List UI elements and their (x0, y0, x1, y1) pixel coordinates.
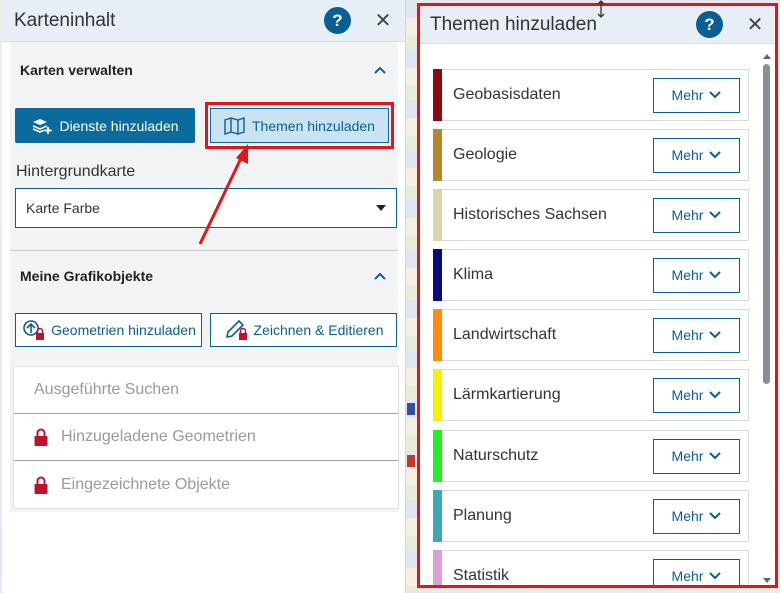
help-button[interactable]: ? (324, 7, 351, 34)
topic-color-bar (433, 68, 442, 121)
panel-title: Themen hinzuladen (430, 13, 597, 35)
geometrien-hinzuladen-button[interactable]: Geometrien hinzuladen (15, 313, 202, 347)
scrollbar-thumb[interactable] (763, 64, 770, 384)
topic-item[interactable]: Statistik Mehr (433, 549, 749, 585)
mehr-button[interactable]: Mehr (653, 257, 740, 293)
topic-item[interactable]: Lärmkartierung Mehr (433, 368, 749, 421)
panel-header: Karteninhalt ? ✕ (2, 0, 405, 42)
button-label: Zeichnen & Editieren (253, 322, 384, 338)
chevron-down-icon (709, 271, 722, 279)
scroll-down-arrow[interactable] (763, 578, 771, 583)
topic-color-bar (433, 489, 442, 542)
section-title: Karten verwalten (20, 62, 133, 78)
themen-panel: Themen hinzuladen ? ✕ Geobasisdaten Mehr… (417, 3, 778, 588)
list-item-label: Eingezeichnete Objekte (61, 475, 230, 493)
list-item[interactable]: Ausgeführte Suchen (14, 367, 398, 414)
topic-item[interactable]: Klima Mehr (433, 248, 749, 301)
topic-label: Naturschutz (453, 447, 539, 464)
topic-label: Landwirtschaft (453, 326, 557, 343)
section-title: Meine Grafikobjekte (20, 268, 154, 284)
topic-label: Planung (453, 507, 512, 524)
topic-label: Geologie (453, 146, 518, 163)
topic-item[interactable]: Historisches Sachsen Mehr (433, 188, 749, 241)
help-button[interactable]: ? (696, 11, 723, 38)
mehr-button[interactable]: Mehr (653, 137, 740, 173)
chevron-down-icon (709, 512, 722, 520)
topic-label: Statistik (453, 567, 510, 584)
topic-color-bar (433, 368, 442, 421)
mehr-button[interactable]: Mehr (653, 498, 740, 534)
dienste-hinzuladen-button[interactable]: Dienste hinzuladen (15, 108, 195, 143)
graphics-list: Ausgeführte Suchen Hinzugeladene Geometr… (13, 366, 399, 509)
red-arrow-annotation (198, 144, 248, 245)
mehr-button[interactable]: Mehr (653, 197, 740, 233)
button-label: Themen hinzuladen (252, 117, 375, 134)
topic-label: Klima (453, 266, 494, 283)
map-visible-strip[interactable] (404, 0, 418, 593)
chevron-down-icon (709, 331, 722, 339)
topic-item[interactable]: Geologie Mehr (433, 128, 749, 181)
topic-color-bar (433, 429, 442, 482)
chevron-up-icon[interactable] (372, 62, 388, 78)
resize-cursor-icon (597, 0, 605, 18)
topic-color-bar (433, 188, 442, 241)
topic-color-bar (433, 549, 442, 585)
topic-color-bar (433, 128, 442, 181)
list-item-label: Ausgeführte Suchen (34, 381, 179, 398)
chevron-down-icon (709, 391, 722, 399)
mehr-button[interactable]: Mehr (653, 317, 740, 353)
topic-color-bar (433, 308, 442, 361)
lock-icon (34, 428, 48, 446)
section-header-graphics[interactable]: Meine Grafikobjekte (10, 248, 398, 304)
section-header-manage[interactable]: Karten verwalten (10, 42, 398, 98)
list-item[interactable]: Hinzugeladene Geometrien (14, 414, 398, 461)
chevron-down-icon (709, 572, 722, 580)
button-label: Dienste hinzuladen (59, 117, 179, 134)
mehr-button[interactable]: Mehr (653, 77, 740, 113)
themen-hinzuladen-button[interactable]: Themen hinzuladen (210, 108, 389, 143)
button-label: Geometrien hinzuladen (51, 322, 196, 338)
topic-label: Historisches Sachsen (453, 206, 607, 223)
topic-item[interactable]: Planung Mehr (433, 489, 749, 542)
mehr-button[interactable]: Mehr (653, 377, 740, 413)
caret-down-icon (376, 205, 386, 211)
topic-item[interactable]: Geobasisdaten Mehr (433, 68, 749, 121)
layers-add-icon (33, 118, 52, 134)
list-item[interactable]: Eingezeichnete Objekte (14, 461, 398, 508)
chevron-down-icon (709, 211, 722, 219)
map-marker (407, 403, 415, 415)
lock-icon (34, 476, 48, 494)
list-item-label: Hinzugeladene Geometrien (61, 428, 256, 445)
topic-item[interactable]: Landwirtschaft Mehr (433, 308, 749, 361)
topic-item[interactable]: Naturschutz Mehr (433, 429, 749, 482)
close-icon[interactable]: ✕ (373, 8, 393, 33)
zeichnen-editieren-button[interactable]: Zeichnen & Editieren (210, 313, 397, 347)
topic-color-bar (433, 248, 442, 301)
panel-body: Karten verwalten Dienste hinzuladen Them… (10, 42, 399, 512)
close-icon[interactable]: ✕ (745, 12, 765, 37)
background-map-label: Hintergrundkarte (16, 163, 136, 180)
topic-label: Geobasisdaten (453, 86, 561, 103)
geometry-lock-icon (23, 320, 45, 340)
topic-label: Lärmkartierung (453, 386, 561, 403)
pencil-lock-icon (225, 319, 247, 340)
map-marker (407, 455, 415, 467)
mehr-button[interactable]: Mehr (653, 438, 740, 474)
map-icon (224, 116, 245, 135)
chevron-down-icon (709, 151, 722, 159)
map-content-panel: Karteninhalt ? ✕ Karten verwalten Dienst… (2, 0, 406, 593)
panel-title: Karteninhalt (14, 9, 116, 31)
chevron-up-icon[interactable] (372, 268, 388, 284)
chevron-down-icon (709, 91, 722, 99)
mehr-button[interactable]: Mehr (653, 558, 740, 585)
scroll-up-arrow[interactable] (763, 54, 771, 59)
chevron-down-icon (709, 452, 722, 460)
